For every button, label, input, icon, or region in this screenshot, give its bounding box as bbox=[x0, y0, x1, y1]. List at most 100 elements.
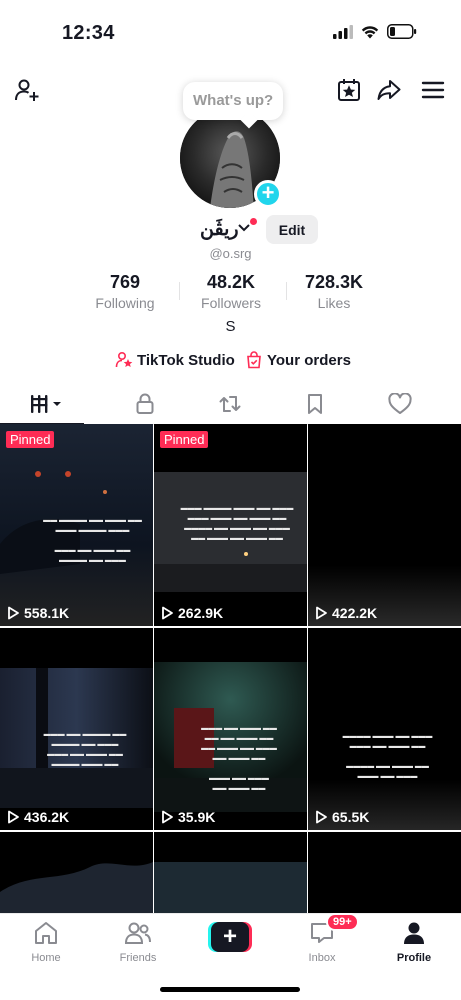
video-thumbnail[interactable] bbox=[154, 832, 307, 914]
bottom-nav: Home Friends + 99+ Inbox Profile bbox=[0, 913, 461, 1000]
pinned-badge: Pinned bbox=[6, 431, 55, 448]
heart-icon bbox=[388, 392, 412, 414]
friends-icon bbox=[124, 922, 151, 944]
video-grid: Pinned ▬▬ ▬▬▬ ▬▬ ▬▬▬▬ ▬▬ ▬▬▬ ▬▬▬▬ ▬▬▬ ▬▬ ▬… bbox=[0, 424, 461, 914]
tab-favorites[interactable] bbox=[269, 383, 361, 424]
status-time: 12:34 bbox=[62, 22, 115, 44]
stat-following[interactable]: 769 Following bbox=[70, 272, 180, 311]
events-button[interactable] bbox=[334, 75, 364, 105]
view-count-label: 65.5K bbox=[332, 809, 370, 825]
nav-friends[interactable]: Friends bbox=[98, 920, 178, 964]
wifi-icon bbox=[361, 25, 379, 38]
view-count-label: 558.1K bbox=[24, 605, 70, 621]
tiktok-studio-label: TikTok Studio bbox=[137, 351, 235, 369]
play-icon bbox=[8, 810, 19, 824]
create-button[interactable]: + bbox=[208, 922, 252, 952]
nav-profile-label: Profile bbox=[396, 952, 432, 964]
tab-private[interactable] bbox=[99, 383, 191, 424]
view-count: 262.9K bbox=[160, 605, 223, 621]
plus-icon: + bbox=[211, 922, 249, 952]
your-orders-label: Your orders bbox=[267, 351, 351, 369]
hamburger-menu-icon bbox=[421, 81, 445, 99]
video-thumbnail[interactable]: ▬▬ ▬▬▬▬ ▬▬ ▬▬▬ ▬▬▬ ▬▬ ▬▬▬▬ ▬▬ ▬▬▬ ▬▬ ▬▬▬ ▬▬… bbox=[0, 628, 153, 830]
lock-icon bbox=[136, 393, 154, 414]
video-caption-overlay: ▬▬ ▬▬▬▬ ▬▬ ▬▬▬ ▬▬▬ ▬▬ ▬▬▬▬ ▬▬ ▬▬▬ ▬▬ ▬▬▬ ▬▬… bbox=[43, 731, 127, 768]
display-name: ريڤَن bbox=[200, 219, 239, 240]
stat-label: Followers bbox=[201, 295, 261, 311]
bio: S bbox=[225, 318, 236, 335]
signal-icon bbox=[333, 24, 353, 39]
share-profile-button[interactable] bbox=[374, 75, 404, 105]
nav-inbox-label: Inbox bbox=[308, 952, 336, 964]
thumbnail-image bbox=[308, 832, 461, 914]
profile-avatar[interactable]: + bbox=[180, 108, 282, 208]
view-count: 35.9K bbox=[160, 809, 215, 825]
stat-label: Likes bbox=[317, 295, 351, 311]
video-thumbnail[interactable] bbox=[0, 832, 153, 914]
thumbnail-image bbox=[154, 832, 307, 914]
status-bar: 12:34 bbox=[0, 0, 461, 60]
video-thumbnail[interactable]: 422.2K bbox=[308, 424, 461, 626]
view-count-label: 35.9K bbox=[178, 809, 216, 825]
menu-button[interactable] bbox=[418, 75, 448, 105]
profile-person-icon bbox=[404, 922, 424, 944]
edit-profile-button[interactable]: Edit bbox=[266, 215, 318, 244]
view-count: 436.2K bbox=[6, 809, 69, 825]
chevron-down-icon[interactable] bbox=[238, 223, 250, 233]
stat-label: Following bbox=[95, 295, 155, 311]
pinned-badge: Pinned bbox=[160, 431, 209, 448]
view-count: 422.2K bbox=[314, 605, 377, 621]
your-orders-link[interactable]: Your orders bbox=[245, 351, 351, 369]
video-thumbnail[interactable]: Pinned ▬▬▬ ▬▬ ▬▬▬ ▬▬▬▬ ▬▬▬ ▬▬ ▬▬▬ ▬▬ ▬▬▬ … bbox=[154, 424, 307, 626]
repost-icon bbox=[219, 395, 241, 412]
tab-liked[interactable] bbox=[354, 383, 446, 424]
thumbnail-image bbox=[308, 424, 461, 626]
add-user-icon bbox=[15, 79, 39, 101]
play-icon bbox=[316, 606, 327, 620]
status-bubble[interactable]: What's up? bbox=[183, 82, 284, 120]
nav-inbox[interactable]: 99+ Inbox bbox=[282, 913, 362, 964]
bookmark-icon bbox=[308, 393, 322, 414]
video-thumbnail[interactable]: ▬▬ ▬▬▬ ▬▬ ▬▬▬ ▬▬ ▬▬▬ ▬▬ ▬▬ ▬▬▬ ▬▬ ▬▬▬ ▬▬ ▬▬… bbox=[154, 628, 307, 830]
status-icons bbox=[333, 24, 417, 39]
video-thumbnail[interactable]: Pinned ▬▬ ▬▬▬ ▬▬ ▬▬▬▬ ▬▬ ▬▬▬ ▬▬▬▬ ▬▬▬ ▬▬ ▬… bbox=[0, 424, 153, 626]
view-count-label: 262.9K bbox=[178, 605, 224, 621]
add-story-button[interactable]: + bbox=[254, 180, 282, 208]
play-icon bbox=[8, 606, 19, 620]
nav-profile[interactable]: Profile bbox=[374, 920, 454, 964]
view-count: 65.5K bbox=[314, 809, 369, 825]
play-icon bbox=[316, 810, 327, 824]
share-icon bbox=[377, 80, 401, 100]
home-indicator bbox=[160, 987, 300, 992]
stat-likes[interactable]: 728.3K Likes bbox=[279, 272, 389, 311]
view-count-label: 422.2K bbox=[332, 605, 378, 621]
tiktok-studio-link[interactable]: TikTok Studio bbox=[115, 351, 235, 369]
video-thumbnail[interactable]: ▬▬▬ ▬▬ ▬▬▬ ▬▬▬▬ ▬▬ ▬▬▬ ▬▬ ▬▬▬ ▬▬ ▬▬▬ ▬▬ ▬▬… bbox=[308, 628, 461, 830]
stat-followers[interactable]: 48.2K Followers bbox=[176, 272, 286, 311]
thumbnail-image bbox=[308, 628, 461, 830]
stat-value: 728.3K bbox=[304, 272, 364, 292]
stat-value: 48.2K bbox=[206, 272, 256, 292]
play-icon bbox=[162, 606, 173, 620]
nav-home[interactable]: Home bbox=[6, 920, 86, 964]
view-count: 558.1K bbox=[6, 605, 69, 621]
username: @o.srg bbox=[209, 246, 252, 261]
thumbnail-image bbox=[0, 832, 153, 914]
nav-home-label: Home bbox=[31, 952, 61, 964]
video-caption-overlay: ▬▬ ▬▬▬ ▬▬ ▬▬▬ ▬▬ ▬▬▬ ▬▬ ▬▬ ▬▬▬ ▬▬ ▬▬▬ ▬▬ ▬▬… bbox=[201, 725, 277, 792]
video-caption-overlay: ▬▬▬ ▬▬ ▬▬▬ ▬▬▬▬ ▬▬ ▬▬▬ ▬▬ ▬▬▬ ▬▬ ▬▬▬ ▬▬ ▬▬… bbox=[342, 733, 433, 780]
view-count-label: 436.2K bbox=[24, 809, 70, 825]
video-caption-overlay: ▬▬▬ ▬▬ ▬▬▬ ▬▬▬▬ ▬▬▬ ▬▬ ▬▬▬ ▬▬ ▬▬▬ ▬▬▬ ▬▬▬ … bbox=[180, 505, 294, 542]
tab-reposts[interactable] bbox=[184, 383, 276, 424]
video-thumbnail[interactable] bbox=[308, 832, 461, 914]
battery-icon bbox=[387, 24, 417, 39]
studio-person-star-icon bbox=[115, 351, 133, 368]
nav-friends-label: Friends bbox=[119, 952, 157, 964]
video-caption-overlay: ▬▬ ▬▬▬ ▬▬ ▬▬▬▬ ▬▬ ▬▬▬ ▬▬▬▬ ▬▬▬ ▬▬ ▬▬▬ ▬▬ ▬… bbox=[43, 517, 142, 564]
inbox-badge: 99+ bbox=[326, 913, 359, 931]
tab-videos[interactable] bbox=[0, 383, 92, 425]
home-icon bbox=[35, 922, 57, 944]
calendar-star-icon bbox=[338, 79, 360, 101]
add-friend-button[interactable] bbox=[12, 75, 42, 105]
profile-links: TikTok Studio Your orders bbox=[0, 351, 461, 373]
